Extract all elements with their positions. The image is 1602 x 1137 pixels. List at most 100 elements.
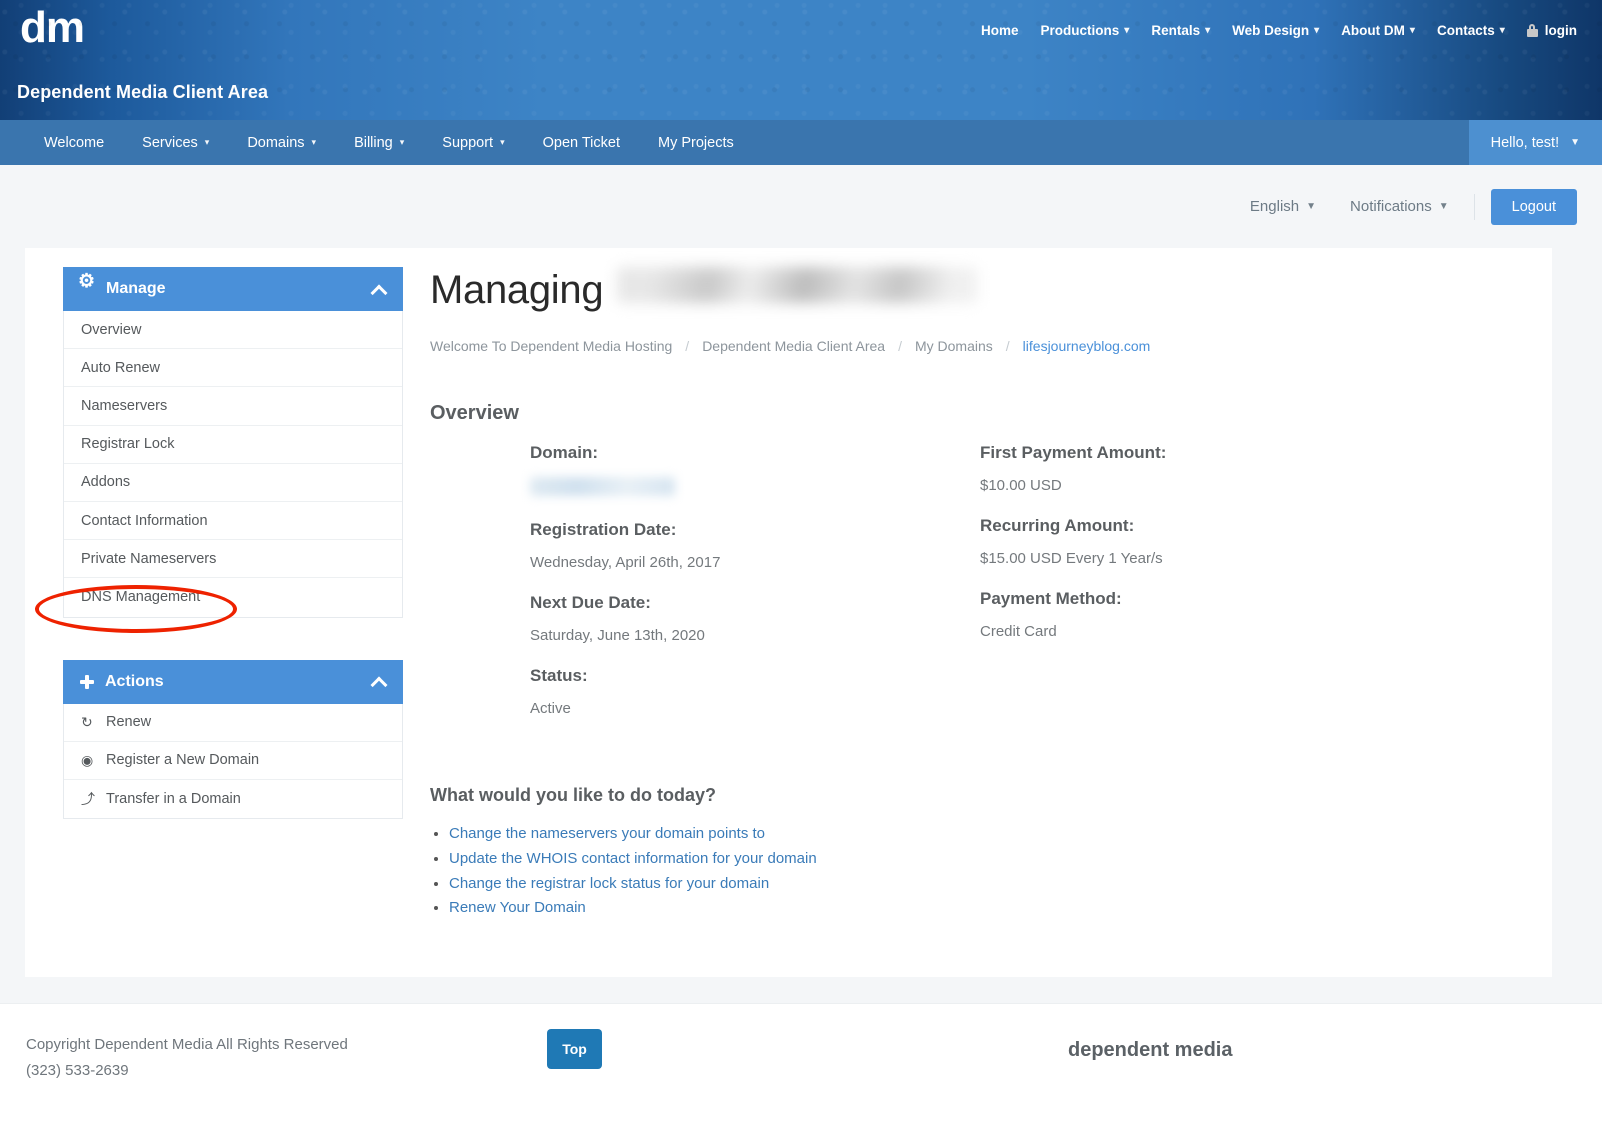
- content-card: Manage Overview Auto Renew Nameservers Regi…: [25, 248, 1552, 977]
- client-nav-item-my-projects[interactable]: My Projects: [639, 120, 753, 165]
- chevron-down-icon: ▾: [500, 137, 505, 147]
- client-nav-item-support[interactable]: Support ▾: [423, 120, 523, 165]
- chevron-down-icon: ▾: [1124, 25, 1130, 36]
- top-nav-item-web-design[interactable]: Web Design ▾: [1221, 23, 1330, 38]
- top-nav-item-label: Rentals: [1151, 23, 1201, 38]
- sidebar-item-label: Overview: [81, 321, 142, 338]
- client-nav-item-open-ticket[interactable]: Open Ticket: [524, 120, 639, 165]
- sidebar-item-auto-renew[interactable]: Auto Renew: [64, 349, 402, 388]
- sidebar-item-addons[interactable]: Addons: [64, 464, 402, 502]
- manage-panel-header[interactable]: Manage: [63, 267, 403, 311]
- main-pane: Managing Welcome To Dependent Media Host…: [430, 266, 1512, 921]
- divider: [1473, 193, 1475, 220]
- login-label: login: [1544, 23, 1577, 38]
- footer-brand: dependent media: [1068, 1039, 1233, 1061]
- sidebar-item-label: Nameservers: [81, 397, 168, 414]
- site-logo[interactable]: dm: [20, 6, 85, 50]
- top-nav-item-contacts[interactable]: Contacts ▾: [1426, 23, 1516, 38]
- sidebar-item-overview[interactable]: Overview: [64, 311, 402, 350]
- detail-value: Credit Card: [980, 623, 1057, 640]
- sidebar-item-label: DNS Management: [81, 589, 201, 606]
- top-nav-item-label: Web Design: [1232, 23, 1310, 38]
- detail-term: Status:: [530, 666, 588, 685]
- chevron-down-icon: ▾: [1499, 25, 1505, 36]
- action-item-renew[interactable]: ↻ Renew: [64, 704, 402, 742]
- notifications-label: Notifications: [1350, 198, 1432, 215]
- detail-term: Recurring Amount:: [980, 516, 1135, 535]
- chevron-down-icon: ▾: [1409, 25, 1415, 36]
- todo-link-list: Change the nameservers your domain point…: [430, 822, 1512, 921]
- overview-details: Domain: Registration Date: Wednesday, Apri…: [430, 443, 1512, 739]
- copyright-line-2: (323) 533-2639: [26, 1062, 129, 1080]
- chevron-up-icon[interactable]: [372, 285, 386, 294]
- detail-value: $10.00 USD: [980, 477, 1062, 494]
- user-menu[interactable]: Hello, test! ▼: [1468, 120, 1602, 165]
- client-nav-item-label: Open Ticket: [542, 134, 620, 151]
- breadcrumb-item: Dependent Media Client Area: [702, 338, 886, 354]
- sidebar-item-contact-information[interactable]: Contact Information: [64, 502, 402, 541]
- login-link[interactable]: login: [1516, 23, 1588, 38]
- arrow-curve-icon: ⤴: [81, 790, 95, 807]
- chevron-down-icon: ▾: [311, 137, 317, 147]
- top-nav-item-label: Contacts: [1436, 23, 1495, 38]
- client-navigation: Welcome Services ▾ Domains ▾ Billing ▾ Support ▾…: [0, 120, 1602, 165]
- todo-link[interactable]: Update the WHOIS contact information for…: [449, 847, 1512, 872]
- todo-link[interactable]: Change the nameservers your domain point…: [449, 822, 1512, 847]
- gear-icon: [78, 272, 95, 297]
- breadcrumb-item: Welcome To Dependent Media Hosting: [430, 338, 673, 354]
- top-nav-item-about-dm[interactable]: About DM ▾: [1330, 23, 1426, 38]
- detail-term: Next Due Date:: [530, 593, 651, 612]
- todo-link[interactable]: Change the registrar lock status for you…: [449, 872, 1512, 897]
- breadcrumb-item[interactable]: lifesjourneyblog.com: [1023, 338, 1151, 354]
- action-item-register-a-new-domain[interactable]: ◉ Register a New Domain: [64, 742, 402, 780]
- client-nav-item-services[interactable]: Services ▾: [123, 120, 228, 165]
- top-nav-item-home[interactable]: Home: [970, 23, 1030, 38]
- language-label: English: [1249, 198, 1300, 215]
- notifications-menu[interactable]: Notifications ▼: [1333, 198, 1466, 215]
- language-selector[interactable]: English ▼: [1233, 198, 1333, 215]
- globe-icon: ◉: [81, 751, 94, 768]
- top-nav-item-label: Home: [981, 23, 1019, 38]
- detail-term: First Payment Amount:: [980, 443, 1167, 462]
- todo-heading: What would you like to do today?: [430, 785, 716, 805]
- client-nav-item-label: Welcome: [44, 134, 105, 151]
- chevron-down-icon: ▼: [1306, 201, 1317, 212]
- brand-subtitle: Dependent Media Client Area: [17, 82, 269, 102]
- actions-panel-title: Actions: [105, 672, 164, 690]
- sidebar: Manage Overview Auto Renew Nameservers Regi…: [35, 267, 403, 861]
- chevron-up-icon[interactable]: [372, 677, 386, 686]
- client-nav-item-domains[interactable]: Domains ▾: [228, 120, 335, 165]
- redacted-domain-name: [617, 267, 978, 303]
- plus-icon: [80, 674, 94, 689]
- manage-panel-body: Overview Auto Renew Nameservers Registrar L…: [63, 311, 403, 618]
- top-nav-item-label: About DM: [1341, 23, 1405, 38]
- chevron-down-icon: ▼: [1570, 137, 1580, 148]
- breadcrumb-separator: /: [1005, 338, 1010, 354]
- client-nav-item-label: Support: [442, 134, 494, 151]
- sidebar-item-label: Registrar Lock: [81, 436, 175, 453]
- client-nav-item-label: Billing: [354, 134, 393, 151]
- top-nav-item-productions[interactable]: Productions ▾: [1030, 23, 1141, 38]
- action-item-transfer-in-a-domain[interactable]: ⤴ Transfer in a Domain: [64, 780, 402, 818]
- detail-term: Domain:: [530, 443, 598, 462]
- redacted-domain-value: [530, 477, 675, 496]
- detail-value: Active: [530, 700, 571, 717]
- footer: Copyright Dependent Media All Rights Res…: [0, 1003, 1602, 1137]
- sidebar-item-nameservers[interactable]: Nameservers: [64, 387, 402, 426]
- refresh-icon: ↻: [81, 713, 93, 730]
- todo-link[interactable]: Renew Your Domain: [449, 896, 1512, 921]
- client-nav-item-label: Domains: [247, 134, 305, 151]
- sidebar-item-dns-management[interactable]: DNS Management: [64, 578, 402, 616]
- client-nav-item-welcome[interactable]: Welcome: [0, 120, 123, 165]
- back-to-top-button[interactable]: Top: [547, 1029, 602, 1069]
- sidebar-item-label: Addons: [81, 474, 131, 491]
- sidebar-item-private-nameservers[interactable]: Private Nameservers: [64, 540, 402, 579]
- actions-panel-header[interactable]: Actions: [63, 659, 403, 704]
- top-nav-item-rentals[interactable]: Rentals ▾: [1140, 23, 1221, 38]
- manage-panel-title: Manage: [106, 280, 166, 297]
- breadcrumb-separator: /: [685, 338, 690, 354]
- logout-button[interactable]: Logout: [1490, 188, 1577, 225]
- client-nav-item-billing[interactable]: Billing ▾: [335, 120, 423, 165]
- top-nav-item-label: Productions: [1040, 23, 1120, 38]
- sidebar-item-registrar-lock[interactable]: Registrar Lock: [64, 426, 402, 464]
